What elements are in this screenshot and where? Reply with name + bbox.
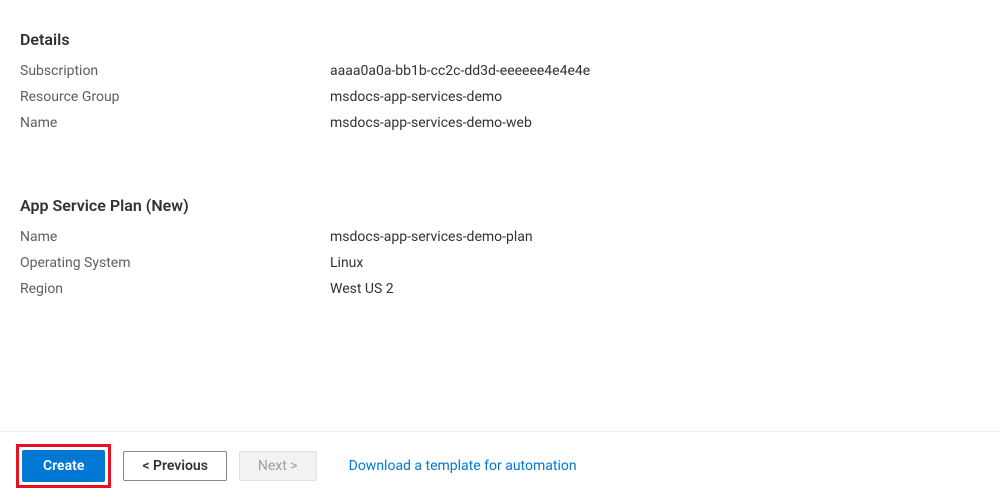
os-label: Operating System bbox=[20, 255, 330, 271]
footer-bar: Create < Previous Next > Download a temp… bbox=[0, 431, 1000, 500]
field-row-name: Name msdocs-app-services-demo-web bbox=[20, 115, 980, 131]
field-row-region: Region West US 2 bbox=[20, 281, 980, 297]
plan-name-label: Name bbox=[20, 229, 330, 245]
create-highlight: Create bbox=[16, 444, 111, 488]
os-value: Linux bbox=[330, 255, 363, 271]
details-section: Details Subscription aaaa0a0a-bb1b-cc2c-… bbox=[20, 30, 980, 131]
name-value: msdocs-app-services-demo-web bbox=[330, 115, 532, 131]
app-service-plan-heading: App Service Plan (New) bbox=[20, 196, 980, 215]
subscription-value: aaaa0a0a-bb1b-cc2c-dd3d-eeeeee4e4e4e bbox=[330, 63, 590, 79]
name-label: Name bbox=[20, 115, 330, 131]
field-row-resource-group: Resource Group msdocs-app-services-demo bbox=[20, 89, 980, 105]
resource-group-label: Resource Group bbox=[20, 89, 330, 105]
plan-name-value: msdocs-app-services-demo-plan bbox=[330, 229, 533, 245]
create-button[interactable]: Create bbox=[22, 450, 105, 482]
field-row-os: Operating System Linux bbox=[20, 255, 980, 271]
resource-group-value: msdocs-app-services-demo bbox=[330, 89, 502, 105]
subscription-label: Subscription bbox=[20, 63, 330, 79]
app-service-plan-section: App Service Plan (New) Name msdocs-app-s… bbox=[20, 196, 980, 297]
region-value: West US 2 bbox=[330, 281, 394, 297]
previous-button[interactable]: < Previous bbox=[123, 451, 227, 481]
next-button[interactable]: Next > bbox=[239, 451, 317, 481]
field-row-plan-name: Name msdocs-app-services-demo-plan bbox=[20, 229, 980, 245]
region-label: Region bbox=[20, 281, 330, 297]
download-template-link[interactable]: Download a template for automation bbox=[349, 458, 577, 474]
details-heading: Details bbox=[20, 30, 980, 49]
field-row-subscription: Subscription aaaa0a0a-bb1b-cc2c-dd3d-eee… bbox=[20, 63, 980, 79]
